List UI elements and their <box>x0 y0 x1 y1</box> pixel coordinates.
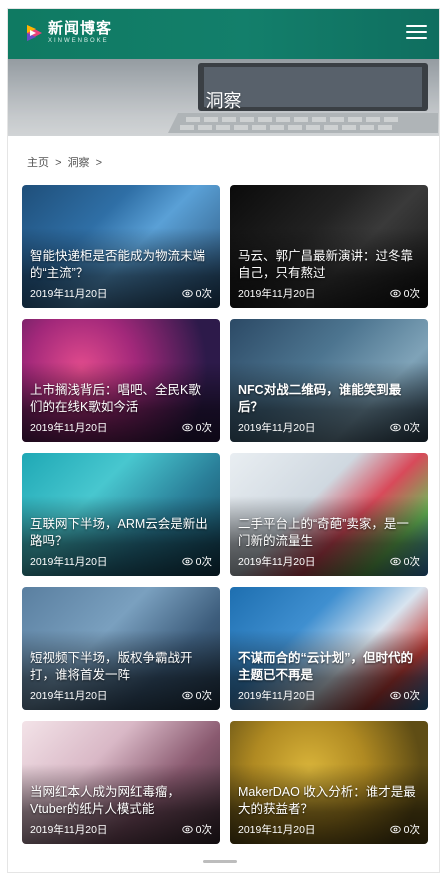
view-count: 0次 <box>403 824 420 836</box>
article-title[interactable]: 短视频下半场，版权争霸战开打，谁将首发一阵 <box>30 650 212 684</box>
home-indicator <box>203 860 237 863</box>
eye-icon <box>389 691 401 700</box>
article-date: 2019年11月20日 <box>238 288 316 300</box>
breadcrumb: 主页 > 洞察 > <box>27 154 439 170</box>
eye-icon <box>181 423 193 432</box>
eye-icon <box>389 423 401 432</box>
hamburger-menu-icon[interactable] <box>406 25 427 41</box>
view-count: 0次 <box>403 288 420 300</box>
breadcrumb-separator: > <box>55 157 62 169</box>
banner-title: 洞察 <box>205 91 242 111</box>
article-title[interactable]: 不谋而合的“云计划”，但时代的主题已不再是 <box>238 650 420 684</box>
eye-icon <box>389 557 401 566</box>
eye-icon <box>389 825 401 834</box>
article-views: 0次 <box>181 554 212 569</box>
article-card[interactable]: 不谋而合的“云计划”，但时代的主题已不再是 2019年11月20日 0次 <box>230 587 428 710</box>
top-header: 新闻博客 XINWENBOKE <box>8 9 439 59</box>
article-views: 0次 <box>181 688 212 703</box>
article-views: 0次 <box>389 420 420 435</box>
article-card[interactable]: 二手平台上的“奇葩”卖家，是一门新的流量生 2019年11月20日 0次 <box>230 453 428 576</box>
view-count: 0次 <box>195 824 212 836</box>
view-count: 0次 <box>195 288 212 300</box>
breadcrumb-current-link[interactable]: 洞察 <box>68 157 90 169</box>
eye-icon <box>181 557 193 566</box>
article-date: 2019年11月20日 <box>30 422 108 434</box>
article-title[interactable]: 当网红本人成为网红毒瘤，Vtuber的纸片人模式能 <box>30 784 212 818</box>
article-views: 0次 <box>389 688 420 703</box>
article-views: 0次 <box>181 822 212 837</box>
article-card[interactable]: 上市搁浅背后：唱吧、全民K歌们的在线K歌如今活 2019年11月20日 0次 <box>22 319 220 442</box>
article-title[interactable]: 智能快递柜是否能成为物流末端的“主流”？ <box>30 248 212 282</box>
article-card[interactable]: 智能快递柜是否能成为物流末端的“主流”？ 2019年11月20日 0次 <box>22 185 220 308</box>
eye-icon <box>389 289 401 298</box>
breadcrumb-separator: > <box>95 157 103 169</box>
eye-icon <box>181 691 193 700</box>
article-views: 0次 <box>181 420 212 435</box>
article-date: 2019年11月20日 <box>238 824 316 836</box>
article-title[interactable]: 马云、郭广昌最新演讲：过冬靠自己，只有熬过 <box>238 248 420 282</box>
article-date: 2019年11月20日 <box>30 690 108 702</box>
category-banner: 洞察 <box>8 59 439 136</box>
article-date: 2019年11月20日 <box>238 422 316 434</box>
article-views: 0次 <box>389 554 420 569</box>
logo-text-en: XINWENBOKE <box>48 38 109 44</box>
logo-text-cn: 新闻博客 <box>48 19 113 37</box>
view-count: 0次 <box>195 556 212 568</box>
eye-icon <box>181 289 193 298</box>
article-title[interactable]: 上市搁浅背后：唱吧、全民K歌们的在线K歌如今活 <box>30 382 212 416</box>
article-views: 0次 <box>181 286 212 301</box>
article-title[interactable]: MakerDAO 收入分析：谁才是最大的获益者？ <box>238 784 420 818</box>
site-logo[interactable]: 新闻博客 XINWENBOKE <box>24 21 112 44</box>
view-count: 0次 <box>403 422 420 434</box>
article-views: 0次 <box>389 822 420 837</box>
view-count: 0次 <box>403 690 420 702</box>
article-title[interactable]: NFC对战二维码，谁能笑到最后？ <box>238 382 420 416</box>
article-card[interactable]: 短视频下半场，版权争霸战开打，谁将首发一阵 2019年11月20日 0次 <box>22 587 220 710</box>
eye-icon <box>181 825 193 834</box>
breadcrumb-home-link[interactable]: 主页 <box>27 157 49 169</box>
article-date: 2019年11月20日 <box>238 556 316 568</box>
play-logo-icon <box>24 23 44 43</box>
view-count: 0次 <box>195 690 212 702</box>
page-frame: 新闻博客 XINWENBOKE 洞察 主页 > 洞察 > 智能快递柜是否能成为物… <box>7 8 440 873</box>
article-date: 2019年11月20日 <box>30 288 108 300</box>
article-card[interactable]: MakerDAO 收入分析：谁才是最大的获益者？ 2019年11月20日 0次 <box>230 721 428 844</box>
article-views: 0次 <box>389 286 420 301</box>
article-title[interactable]: 互联网下半场，ARM云会是新出路吗？ <box>30 516 212 550</box>
article-date: 2019年11月20日 <box>30 824 108 836</box>
article-card[interactable]: 互联网下半场，ARM云会是新出路吗？ 2019年11月20日 0次 <box>22 453 220 576</box>
view-count: 0次 <box>195 422 212 434</box>
article-title[interactable]: 二手平台上的“奇葩”卖家，是一门新的流量生 <box>238 516 420 550</box>
article-date: 2019年11月20日 <box>238 690 316 702</box>
article-card[interactable]: NFC对战二维码，谁能笑到最后？ 2019年11月20日 0次 <box>230 319 428 442</box>
article-date: 2019年11月20日 <box>30 556 108 568</box>
article-card[interactable]: 当网红本人成为网红毒瘤，Vtuber的纸片人模式能 2019年11月20日 0次 <box>22 721 220 844</box>
view-count: 0次 <box>403 556 420 568</box>
article-card[interactable]: 马云、郭广昌最新演讲：过冬靠自己，只有熬过 2019年11月20日 0次 <box>230 185 428 308</box>
